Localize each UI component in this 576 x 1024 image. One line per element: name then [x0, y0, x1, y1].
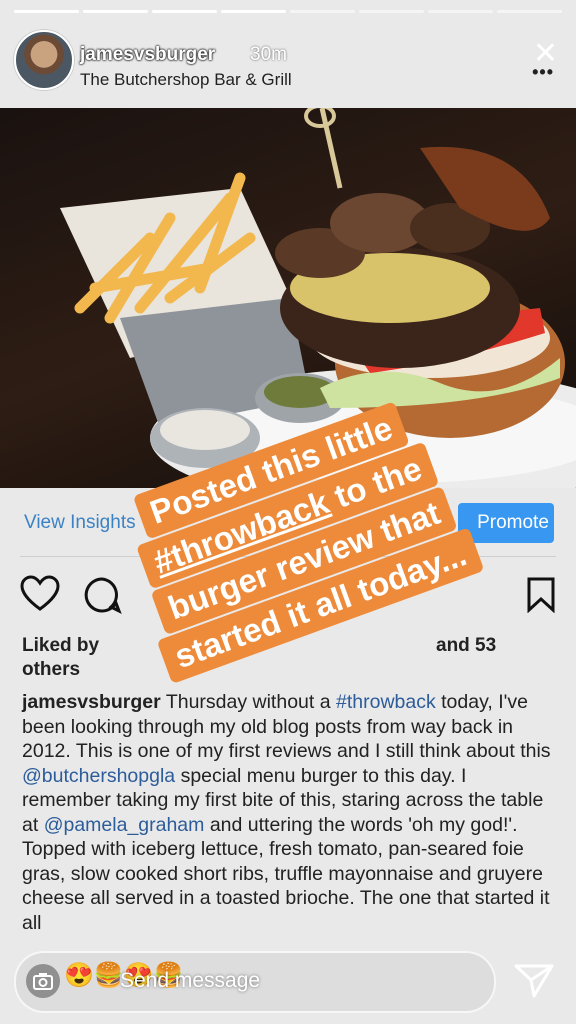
send-icon[interactable]	[514, 962, 554, 1000]
burger-photo	[0, 108, 576, 488]
mention-link[interactable]: @butchershopgla	[22, 765, 175, 787]
progress-segment	[290, 10, 355, 13]
camera-button[interactable]	[26, 964, 60, 998]
progress-segment	[497, 10, 562, 13]
send-message-input[interactable]: 😍🍔😍🍔 Send message	[14, 951, 496, 1013]
story-header: jamesvsburger 30m The Butchershop Bar & …	[0, 26, 576, 106]
progress-segment	[152, 10, 217, 13]
more-icon[interactable]: •••	[532, 62, 554, 83]
camera-icon	[33, 973, 53, 990]
mention-link[interactable]: @pamela_graham	[44, 814, 205, 836]
post-time: 30m	[250, 44, 287, 65]
avatar[interactable]	[14, 30, 74, 90]
likes-others: others	[22, 659, 81, 680]
burger-illustration	[60, 108, 576, 488]
progress-segment	[83, 10, 148, 13]
username[interactable]: jamesvsburger	[80, 44, 215, 66]
story-progress-bar	[14, 10, 562, 13]
likes-prefix: Liked by	[22, 635, 100, 656]
progress-segment	[221, 10, 286, 13]
location[interactable]: The Butchershop Bar & Grill	[80, 70, 292, 90]
heart-icon[interactable]	[20, 575, 60, 613]
progress-segment	[359, 10, 424, 13]
send-message-placeholder: Send message	[120, 969, 261, 992]
progress-segment	[428, 10, 493, 13]
progress-segment	[14, 10, 79, 13]
